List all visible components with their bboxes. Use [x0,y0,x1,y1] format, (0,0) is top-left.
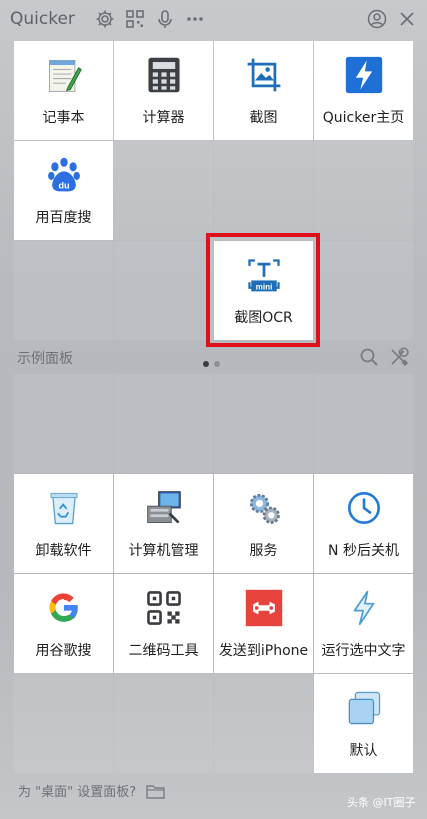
action-default[interactable]: 默认 [314,674,413,773]
action-screenshot[interactable]: 截图 [214,41,313,140]
gear-icon[interactable] [94,8,116,30]
more-icon[interactable] [184,8,206,30]
svg-text:du: du [58,181,69,191]
gears-icon [242,486,286,530]
action-label: 计算器 [142,110,185,126]
empty-slot[interactable] [314,141,413,240]
mic-icon[interactable] [154,8,176,30]
action-quicker-home[interactable]: Quicker主页 [314,41,413,140]
calculator-icon [142,53,186,97]
quicker-panel: Quicker 记事本 计算器 截图 Quicker主页 du 用百度搜 min… [0,0,427,819]
run-bolt-icon [342,586,386,630]
folder-icon[interactable] [146,783,166,803]
action-run-selected-text[interactable]: 运行选中文字 [314,574,413,673]
clock-icon [342,486,386,530]
action-send-to-iphone[interactable]: 发送到iPhone [214,574,313,673]
highlight-box [206,233,320,347]
close-icon[interactable] [396,8,418,30]
action-google-search[interactable]: 用谷歌搜 [14,574,113,673]
action-label: 二维码工具 [128,643,199,659]
empty-slot[interactable] [314,241,413,340]
recycle-bin-icon [42,486,86,530]
tools-icon[interactable] [388,346,410,368]
title-bar: Quicker [0,0,427,40]
empty-slot[interactable] [114,674,213,773]
google-icon [42,586,86,630]
action-label: 用谷歌搜 [35,643,92,659]
empty-slot[interactable] [14,241,113,340]
action-label: 运行选中文字 [321,643,406,659]
page-dot[interactable] [214,361,220,367]
app-title: Quicker [10,9,75,29]
action-label: 截图 [249,110,278,126]
empty-slot[interactable] [214,374,313,473]
hint-text[interactable]: 为 "桌面" 设置面板? [18,785,136,800]
qrcode-tool-icon [142,586,186,630]
action-qrcode-tool[interactable]: 二维码工具 [114,574,213,673]
action-label: 记事本 [42,110,85,126]
empty-slot[interactable] [214,674,313,773]
action-notepad[interactable]: 记事本 [14,41,113,140]
action-calculator[interactable]: 计算器 [114,41,213,140]
empty-slot[interactable] [14,674,113,773]
quicker-bolt-icon [342,53,386,97]
set-desktop-panel-hint[interactable]: 为 "桌面" 设置面板? [18,781,166,803]
action-label: 卸载软件 [35,543,92,559]
user-icon[interactable] [366,8,388,30]
action-timed-shutdown[interactable]: N 秒后关机 [314,474,413,573]
send-iphone-icon [242,586,286,630]
action-label: Quicker主页 [322,110,405,126]
page-dot-active[interactable] [203,361,209,367]
watermark: 头条 @IT圈子 [347,796,416,809]
search-icon[interactable] [358,346,380,368]
empty-slot[interactable] [14,374,113,473]
action-label: 用百度搜 [35,210,92,226]
empty-slot[interactable] [114,241,213,340]
empty-slot[interactable] [314,374,413,473]
computer-manage-icon [142,486,186,530]
empty-slot[interactable] [114,374,213,473]
action-label: 计算机管理 [128,543,199,559]
action-label: 服务 [249,543,278,559]
section-title: 示例面板 [17,351,73,367]
action-uninstall[interactable]: 卸载软件 [14,474,113,573]
page-indicator[interactable] [203,361,223,369]
default-window-icon [342,686,386,730]
notepad-icon [42,53,86,97]
action-services[interactable]: 服务 [214,474,313,573]
action-label: N 秒后关机 [328,543,399,559]
screenshot-icon [242,53,286,97]
empty-slot[interactable] [114,141,213,240]
action-label: 默认 [349,743,378,759]
action-label: 发送到iPhone [218,643,309,659]
qrcode-icon[interactable] [124,8,146,30]
empty-slot[interactable] [214,141,313,240]
action-baidu-search[interactable]: du 用百度搜 [14,141,113,240]
action-computer-management[interactable]: 计算机管理 [114,474,213,573]
baidu-paw-icon: du [42,153,86,197]
